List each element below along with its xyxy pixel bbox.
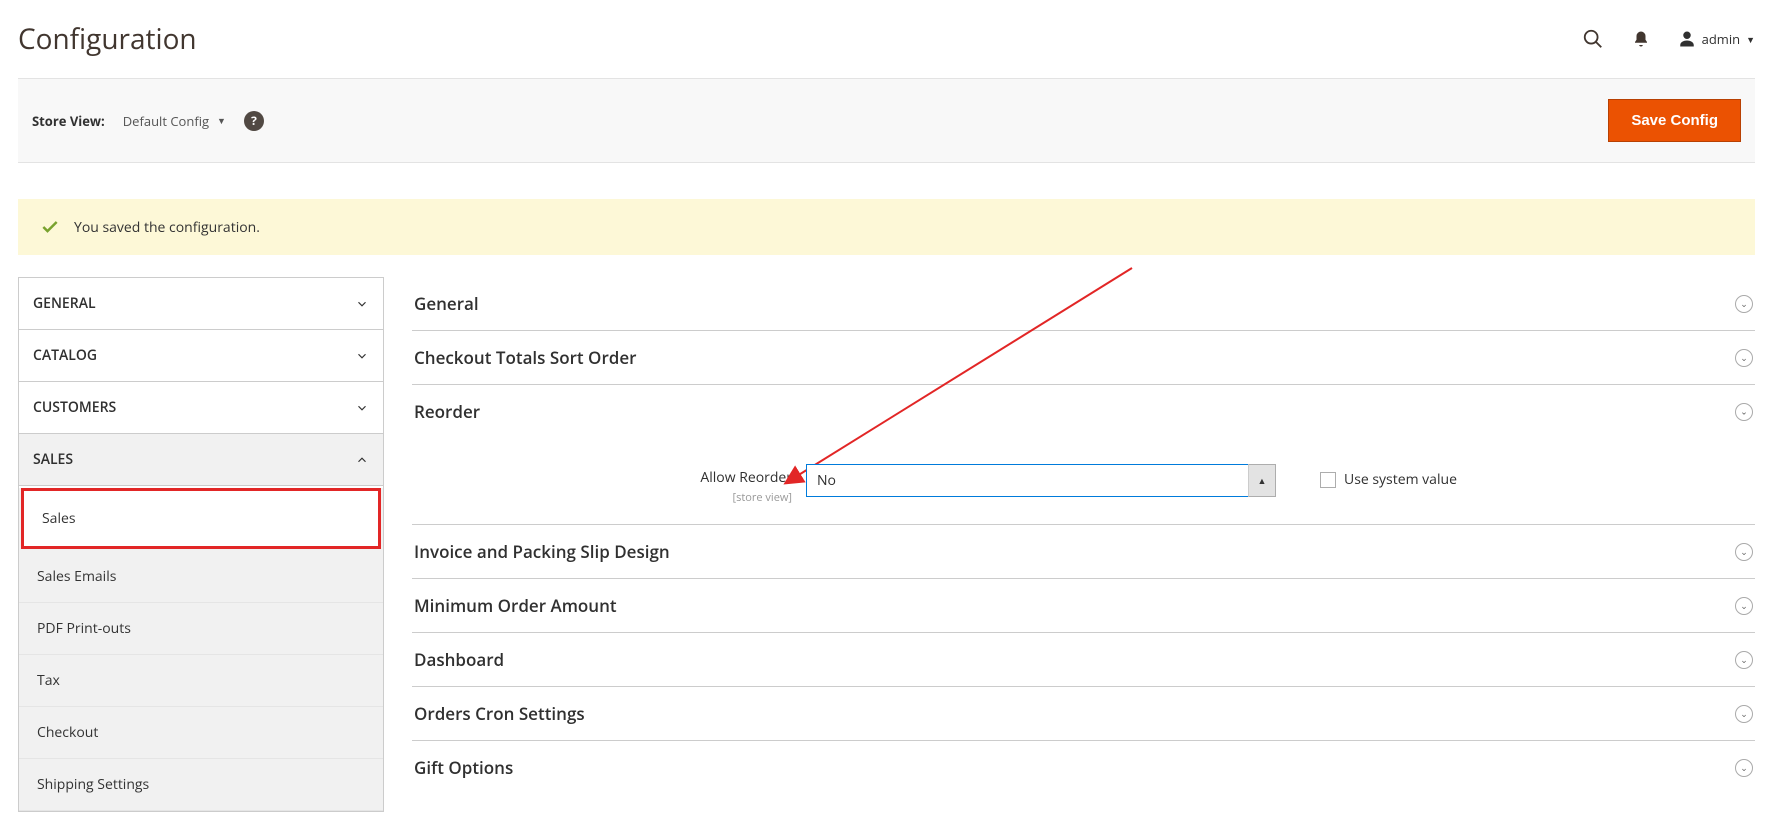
field-scope: [store view] — [733, 490, 792, 505]
store-view-select[interactable]: Default Config ▼ — [123, 112, 226, 130]
section-general[interactable]: General ⌄ — [412, 277, 1755, 331]
toolbar-left: Store View: Default Config ▼ ? — [32, 111, 264, 131]
success-text: You saved the configuration. — [74, 218, 260, 237]
section-title: Reorder — [414, 400, 480, 423]
chevron-down-icon: ⌄ — [1735, 705, 1753, 723]
caret-down-icon: ▼ — [217, 114, 226, 127]
sidebar-item-tax[interactable]: Tax — [19, 655, 383, 707]
section-reorder-body: Allow Reorder [store view] No ▲ Use syst… — [412, 438, 1755, 525]
sidebar-group-sales[interactable]: SALES — [19, 434, 383, 486]
chevron-down-icon — [355, 349, 369, 363]
chevron-up-icon: ⌃ — [1735, 403, 1753, 421]
caret-down-icon: ▼ — [1746, 33, 1755, 46]
section-title: Gift Options — [414, 756, 513, 779]
sidebar-group-label: GENERAL — [33, 294, 96, 313]
sidebar-item-checkout[interactable]: Checkout — [19, 707, 383, 759]
section-checkout-totals[interactable]: Checkout Totals Sort Order ⌄ — [412, 331, 1755, 385]
use-system-label: Use system value — [1344, 470, 1457, 489]
sidebar-item-sales[interactable]: Sales — [21, 488, 381, 549]
section-title: Minimum Order Amount — [414, 594, 617, 617]
chevron-down-icon: ⌄ — [1735, 759, 1753, 777]
user-label: admin — [1702, 30, 1740, 48]
field-allow-reorder: Allow Reorder [store view] No ▲ Use syst… — [412, 464, 1755, 506]
sidebar-group-customers[interactable]: CUSTOMERS — [19, 382, 383, 434]
help-icon[interactable]: ? — [244, 111, 264, 131]
section-title: Checkout Totals Sort Order — [414, 346, 637, 369]
success-message: You saved the configuration. — [18, 199, 1755, 255]
section-gift-options[interactable]: Gift Options ⌄ — [412, 741, 1755, 794]
chevron-down-icon — [355, 401, 369, 415]
sidebar-group-label: SALES — [33, 450, 73, 469]
chevron-up-icon — [355, 453, 369, 467]
page-title: Configuration — [18, 20, 197, 58]
toolbar: Store View: Default Config ▼ ? Save Conf… — [18, 78, 1755, 163]
section-reorder[interactable]: Reorder ⌃ — [412, 385, 1755, 438]
config-content: General ⌄ Checkout Totals Sort Order ⌄ R… — [412, 277, 1755, 812]
section-dashboard[interactable]: Dashboard ⌄ — [412, 633, 1755, 687]
chevron-down-icon: ⌄ — [1735, 349, 1753, 367]
user-menu[interactable]: admin ▼ — [1678, 30, 1755, 48]
header-actions: admin ▼ — [1582, 28, 1755, 50]
chevron-down-icon: ⌄ — [1735, 597, 1753, 615]
sidebar-group-general[interactable]: GENERAL — [19, 278, 383, 330]
config-sidebar: GENERAL CATALOG CUSTOMERS SALES Sales Sa… — [18, 277, 384, 812]
sidebar-group-label: CUSTOMERS — [33, 398, 116, 417]
sidebar-item-shipping[interactable]: Shipping Settings — [19, 759, 383, 811]
section-title: General — [414, 292, 479, 315]
sidebar-item-pdf[interactable]: PDF Print-outs — [19, 603, 383, 655]
page-header: Configuration admin ▼ — [18, 10, 1755, 78]
allow-reorder-select[interactable]: No ▲ — [806, 464, 1276, 497]
section-invoice-packing[interactable]: Invoice and Packing Slip Design ⌄ — [412, 525, 1755, 579]
use-system-checkbox[interactable] — [1320, 472, 1336, 488]
store-view-value: Default Config — [123, 112, 209, 130]
chevron-down-icon: ⌄ — [1735, 543, 1753, 561]
chevron-down-icon: ⌄ — [1735, 295, 1753, 313]
bell-icon[interactable] — [1632, 30, 1650, 48]
check-icon — [40, 217, 60, 237]
field-label: Allow Reorder — [412, 468, 792, 487]
section-title: Orders Cron Settings — [414, 702, 585, 725]
section-title: Invoice and Packing Slip Design — [414, 540, 670, 563]
sidebar-item-sales-emails[interactable]: Sales Emails — [19, 551, 383, 603]
caret-up-icon: ▲ — [1248, 464, 1276, 497]
field-label-wrap: Allow Reorder [store view] — [412, 464, 792, 506]
store-view-label: Store View: — [32, 112, 105, 130]
sidebar-items: Sales Sales Emails PDF Print-outs Tax Ch… — [19, 488, 383, 811]
chevron-down-icon — [355, 297, 369, 311]
sidebar-group-label: CATALOG — [33, 346, 97, 365]
use-system-value-wrap: Use system value — [1320, 464, 1457, 489]
main-layout: GENERAL CATALOG CUSTOMERS SALES Sales Sa… — [18, 277, 1755, 812]
save-config-button[interactable]: Save Config — [1608, 99, 1741, 142]
sidebar-group-catalog[interactable]: CATALOG — [19, 330, 383, 382]
chevron-down-icon: ⌄ — [1735, 651, 1753, 669]
user-icon — [1678, 30, 1696, 48]
select-value: No — [806, 464, 1276, 497]
section-orders-cron[interactable]: Orders Cron Settings ⌄ — [412, 687, 1755, 741]
search-icon[interactable] — [1582, 28, 1604, 50]
section-min-order[interactable]: Minimum Order Amount ⌄ — [412, 579, 1755, 633]
section-title: Dashboard — [414, 648, 504, 671]
